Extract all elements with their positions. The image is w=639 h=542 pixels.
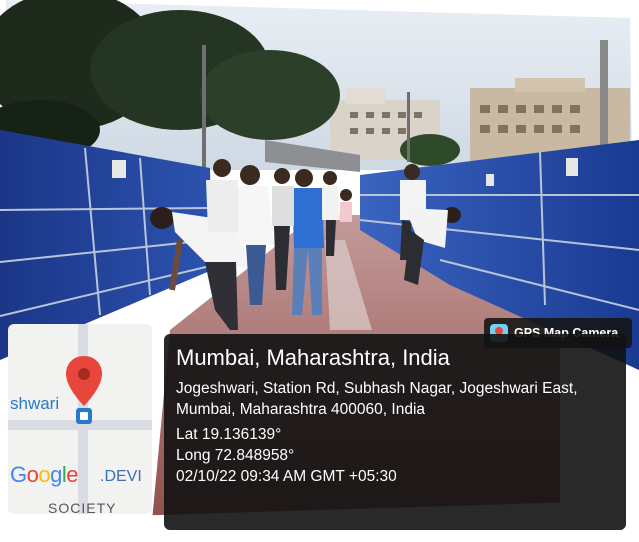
- google-logo: Google: [10, 462, 79, 487]
- map-thumbnail: shwari Google .DEVI SOCIETY: [8, 324, 152, 514]
- fence-notice: [566, 158, 578, 176]
- address-text: Jogeshwari, Station Rd, Subhash Nagar, J…: [176, 380, 578, 418]
- location-title: Mumbai, Maharashtra, India: [176, 345, 450, 370]
- map-area-label: .DEVI: [100, 468, 142, 485]
- map-place-label: shwari: [10, 394, 60, 413]
- map-pin-icon: [66, 356, 102, 424]
- map-area-label-secondary: SOCIETY: [48, 500, 117, 514]
- fence-notice: [112, 160, 126, 178]
- fence-notice: [486, 174, 494, 186]
- timestamp-text: 02/10/22 09:34 AM GMT +05:30: [176, 468, 397, 485]
- location-info-panel: Mumbai, Maharashtra, India Jogeshwari, S…: [164, 334, 626, 530]
- light-pole: [407, 92, 410, 162]
- latitude-text: Lat 19.136139°: [176, 426, 282, 443]
- light-pole: [202, 45, 206, 185]
- longitude-text: Long 72.848958°: [176, 447, 295, 464]
